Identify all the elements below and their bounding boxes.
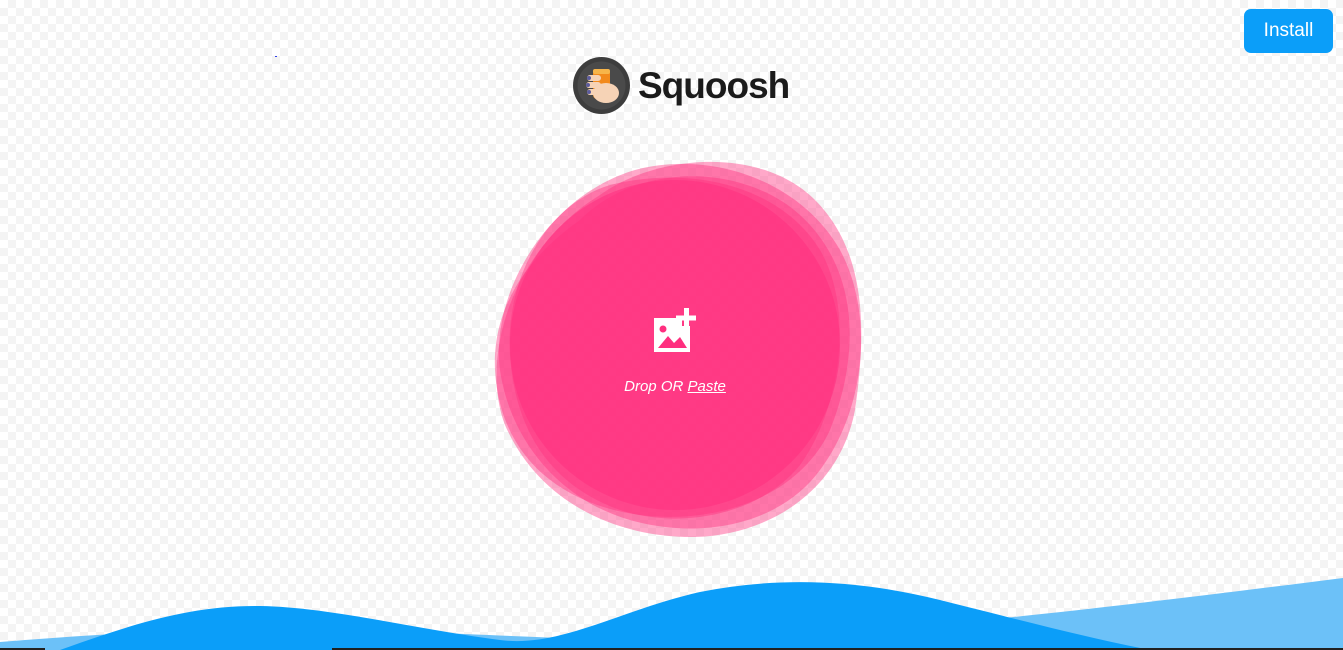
drop-zone[interactable]: Drop OR Paste xyxy=(470,140,880,550)
front-wave xyxy=(60,582,1150,650)
paste-link[interactable]: Paste xyxy=(688,378,726,395)
add-image-icon xyxy=(654,308,696,352)
app-title: Squoosh xyxy=(638,64,790,106)
drop-label: Drop OR xyxy=(624,378,684,395)
logo: Squoosh xyxy=(573,56,790,114)
install-button[interactable]: Install xyxy=(1244,9,1333,53)
squoosh-hand-logo-icon xyxy=(573,56,630,114)
stray-pixel xyxy=(275,56,277,57)
wave-footer xyxy=(0,578,1343,650)
drop-instructions: Drop OR Paste xyxy=(470,378,880,395)
